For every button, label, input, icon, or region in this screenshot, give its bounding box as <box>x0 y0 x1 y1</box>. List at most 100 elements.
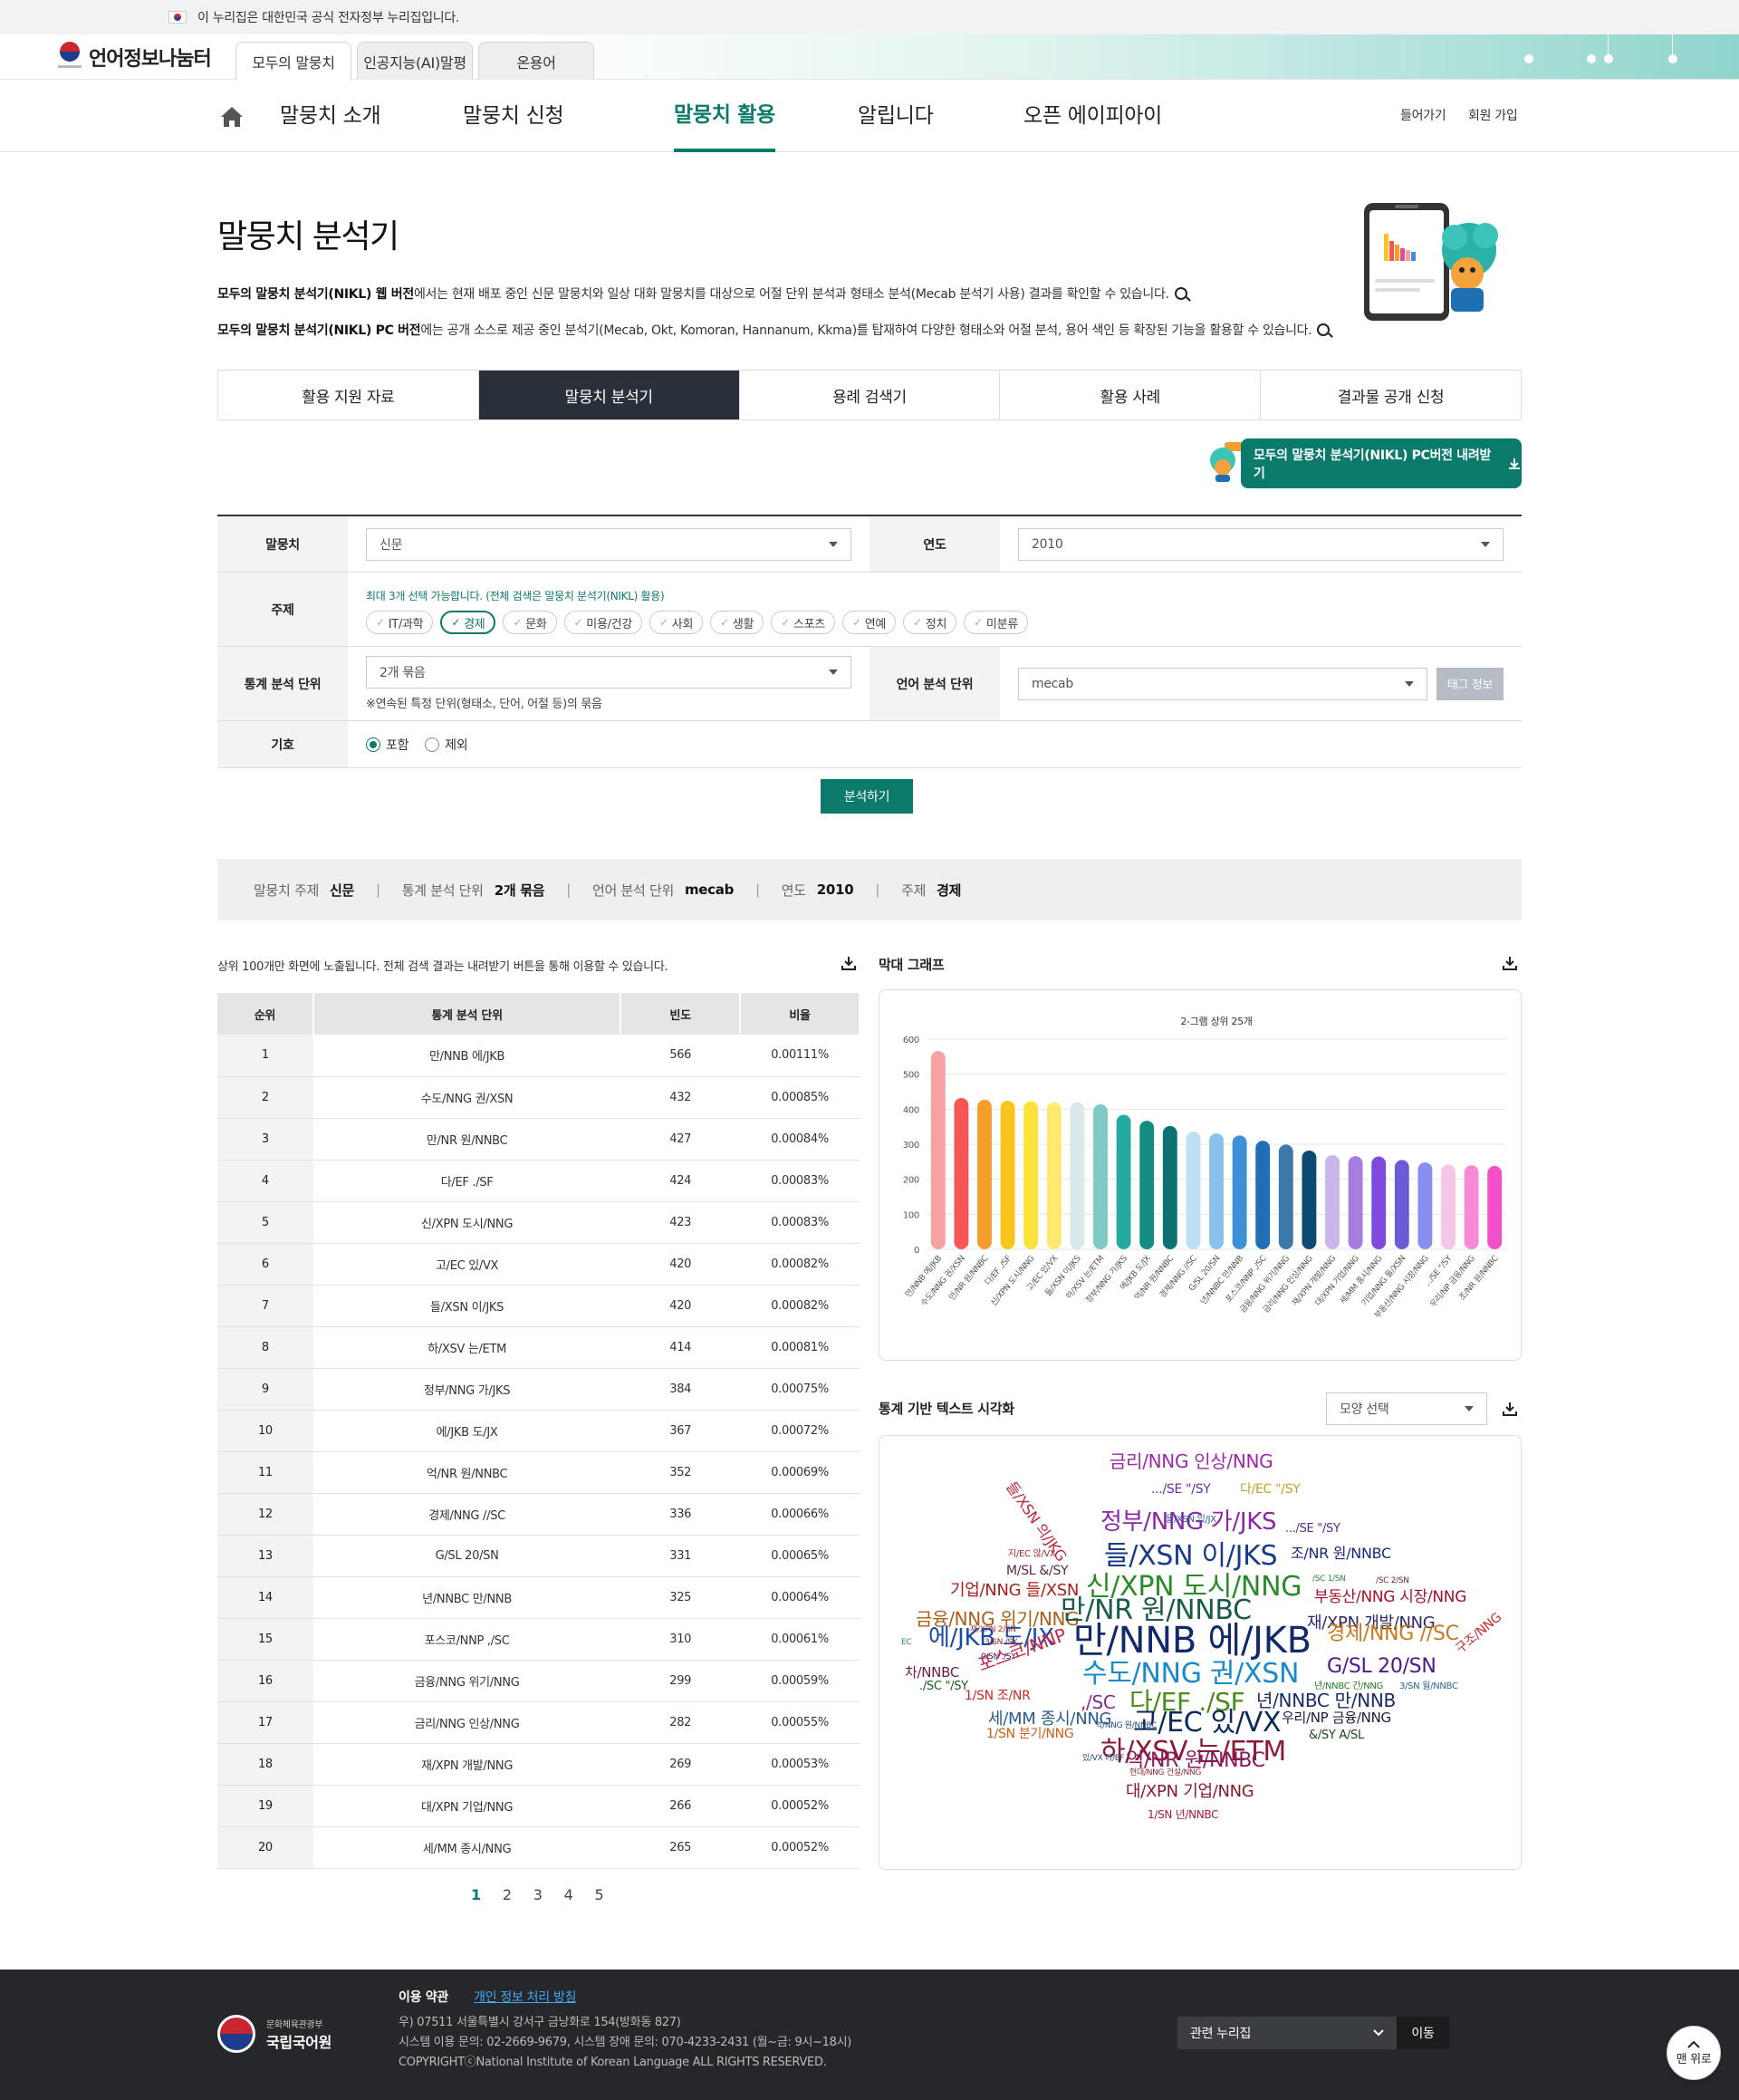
chart-bar[interactable] <box>1139 1121 1155 1249</box>
table-row: 2 수도/NNG 권/XSN 432 0.00085% <box>217 1076 860 1119</box>
topic-note: 최대 3개 선택 가능합니다. (전체 검색은 말뭉치 분석기(NIKL) 활용… <box>366 590 665 602</box>
chart-bar[interactable] <box>954 1097 969 1249</box>
wordcloud-word: 만/NNB 에/JKB <box>1073 1620 1311 1662</box>
chart-bar[interactable] <box>1371 1156 1387 1249</box>
topic-chip-life[interactable]: ✓ 생활 <box>710 611 764 634</box>
chart-bar[interactable] <box>1093 1103 1108 1249</box>
subtab-support-materials[interactable]: 활용 지원 자료 <box>218 371 479 419</box>
chart-bar[interactable] <box>1417 1162 1433 1249</box>
chart-bar[interactable] <box>1464 1165 1479 1249</box>
related-sites-select[interactable]: 관련 누리집 <box>1177 2017 1397 2049</box>
nav-corpus-intro[interactable]: 말뭉치 소개 <box>280 80 381 152</box>
topic-chip-culture[interactable]: ✓ 문화 <box>503 611 557 634</box>
corpus-select[interactable]: 신문 <box>366 527 851 561</box>
privacy-link[interactable]: 개인 정보 처리 방침 <box>474 1990 576 2005</box>
back-to-top-button[interactable]: 맨 위로 <box>1667 2026 1721 2080</box>
cell-rank: 14 <box>217 1576 313 1619</box>
tag-info-button[interactable]: 태그 정보 <box>1436 667 1504 700</box>
unit-select[interactable]: 2개 묶음 <box>366 656 851 689</box>
site-tab-ai-eval[interactable]: 인공지능(AI)말평 <box>357 42 473 80</box>
chart-bar[interactable] <box>1209 1133 1224 1249</box>
year-select[interactable]: 2010 <box>1018 527 1504 561</box>
divider: | <box>375 881 380 898</box>
wordcloud-word: ./SC "/SY <box>919 1680 968 1693</box>
chart-bar[interactable] <box>977 1099 992 1249</box>
wordcloud-word: 차/NNBC <box>905 1664 959 1681</box>
chart-bar[interactable] <box>1070 1102 1085 1249</box>
y-tick-label: 200 <box>903 1176 919 1186</box>
chart-bar[interactable] <box>1394 1160 1409 1249</box>
topic-chip-economy[interactable]: ✓ 경제 <box>440 611 496 634</box>
nav-corpus-apply[interactable]: 말뭉치 신청 <box>463 80 564 152</box>
page-3[interactable]: 3 <box>533 1886 543 1903</box>
chart-bar[interactable] <box>1325 1154 1340 1249</box>
chart-bar[interactable] <box>1441 1164 1456 1249</box>
download-icon[interactable] <box>1502 1401 1518 1417</box>
terms-link[interactable]: 이용 약관 <box>399 1990 448 2005</box>
y-tick-label: 500 <box>903 1071 919 1081</box>
cell-unit: 세/MM 종시/NNG <box>312 1826 621 1869</box>
chart-bar[interactable] <box>930 1051 946 1249</box>
chart-bar[interactable] <box>1232 1135 1247 1249</box>
nav-notice[interactable]: 알립니다 <box>858 80 934 152</box>
search-icon[interactable] <box>1317 323 1331 336</box>
home-icon[interactable] <box>219 105 245 129</box>
chart-bar[interactable] <box>1255 1141 1271 1249</box>
cell-unit: 년/NNBC 만/NNB <box>312 1576 621 1619</box>
chart-bar[interactable] <box>1302 1150 1317 1249</box>
topic-chip-unclassified[interactable]: ✓ 미분류 <box>964 611 1028 634</box>
chart-bar[interactable] <box>1046 1102 1062 1249</box>
site-tab-corpus[interactable]: 모두의 말뭉치 <box>235 42 351 81</box>
login-link[interactable]: 들어가기 <box>1400 80 1446 152</box>
site-logo[interactable]: 언어정보나눔터 <box>58 42 212 72</box>
chart-bar[interactable] <box>1162 1125 1177 1249</box>
cell-freq: 427 <box>620 1118 741 1161</box>
topic-chip-society[interactable]: ✓ 사회 <box>649 611 704 634</box>
cell-freq: 265 <box>620 1826 741 1869</box>
subtab-result-publish[interactable]: 결과물 공개 신청 <box>1261 371 1521 419</box>
lang-unit-select[interactable]: mecab <box>1018 667 1427 700</box>
summary-value: 2개 묶음 <box>494 881 545 899</box>
subtab-use-cases[interactable]: 활용 사례 <box>1000 371 1262 419</box>
page-5[interactable]: 5 <box>595 1886 604 1903</box>
download-icon[interactable] <box>841 955 857 971</box>
cell-unit: 정부/NNG 가/JKS <box>312 1368 621 1411</box>
topic-chip-sports[interactable]: ✓ 스포츠 <box>771 611 835 634</box>
symbol-include-radio[interactable]: 포함 <box>366 736 408 754</box>
page-1[interactable]: 1 <box>471 1886 481 1903</box>
pc-version-download-button[interactable]: 모두의 말뭉치 분석기(NIKL) PC버전 내려받기 <box>1241 438 1522 488</box>
subtab-analyzer[interactable]: 말뭉치 분석기 <box>478 371 740 419</box>
topic-chip-beauty-health[interactable]: ✓ 미용/건강 <box>563 611 643 634</box>
chart-bar[interactable] <box>1023 1101 1039 1249</box>
chart-bar[interactable] <box>1278 1144 1293 1249</box>
topic-chip-it[interactable]: ✓ IT/과학 <box>366 611 434 634</box>
page-2[interactable]: 2 <box>503 1886 512 1903</box>
cell-unit: 수도/NNG 권/XSN <box>312 1076 621 1119</box>
site-tab-terms[interactable]: 온용어 <box>478 42 594 80</box>
chart-bar[interactable] <box>1000 1101 1015 1249</box>
chart-bar[interactable] <box>1348 1156 1363 1249</box>
analyze-button[interactable]: 분석하기 <box>821 779 913 814</box>
shape-select[interactable]: 모양 선택 <box>1326 1392 1487 1425</box>
nav-corpus-use[interactable]: 말뭉치 활용 <box>674 80 775 152</box>
chevron-down-icon <box>1465 1406 1474 1411</box>
symbol-exclude-radio[interactable]: 제외 <box>425 736 468 754</box>
footer-org: 국립국어원 <box>266 2033 332 2051</box>
wordcloud-word: 들/XSN 있/JX <box>1166 1515 1216 1525</box>
chart-bar[interactable] <box>1116 1114 1131 1249</box>
gov-banner-text: 이 누리집은 대한민국 공식 전자정부 누리집입니다. <box>197 11 460 25</box>
nav-open-api[interactable]: 오픈 에이피아이 <box>1023 80 1162 152</box>
chart-bar[interactable] <box>1186 1132 1201 1249</box>
chart-bar[interactable] <box>1487 1165 1503 1249</box>
page-4[interactable]: 4 <box>564 1886 573 1903</box>
topic-chip-politics[interactable]: ✓ 정치 <box>903 611 957 634</box>
cell-unit: 다/EF ./SF <box>312 1160 621 1202</box>
topic-chip-entertainment[interactable]: ✓ 연예 <box>841 611 897 634</box>
join-link[interactable]: 회원 가입 <box>1468 80 1518 152</box>
subtab-example-search[interactable]: 용례 검색기 <box>740 371 1001 419</box>
go-button[interactable]: 이동 <box>1397 2017 1449 2049</box>
search-icon[interactable] <box>1174 287 1187 300</box>
download-icon[interactable] <box>1502 955 1518 971</box>
desc-pc-text: 에는 공개 소스로 제공 중인 분석기(Mecab, Okt, Komoran,… <box>420 323 1312 338</box>
cell-ratio: 0.00059% <box>740 1660 860 1702</box>
